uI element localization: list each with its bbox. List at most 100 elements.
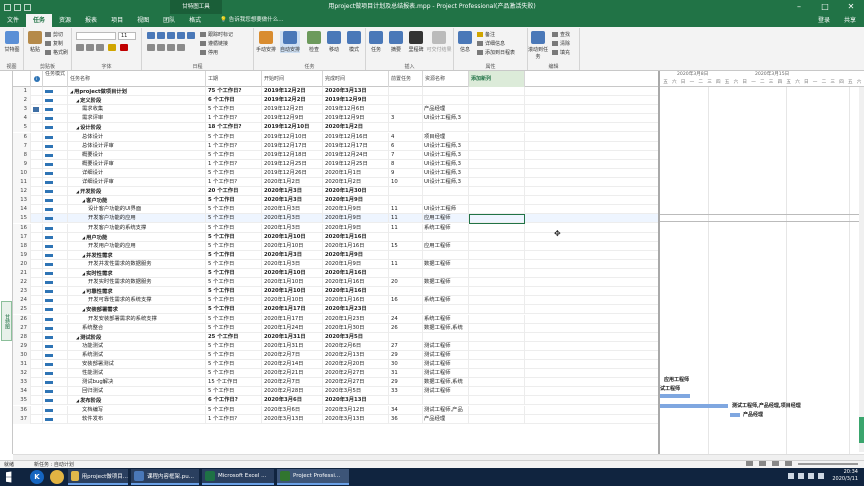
start-cell[interactable]: 2020年1月24日 xyxy=(262,323,323,333)
start-header[interactable]: 开始时间 xyxy=(262,71,323,87)
details-button[interactable]: 详细信息 xyxy=(477,40,505,47)
resources-cell[interactable] xyxy=(423,396,469,406)
duration-cell[interactable]: 5 个工作日 xyxy=(206,323,262,333)
table-row[interactable]: 6 总体设计 5 个工作日 2019年12月10日 2019年12月16日 4 项目经理 xyxy=(13,132,658,142)
underline-icon[interactable] xyxy=(96,44,104,51)
row-number[interactable]: 32 xyxy=(13,369,31,379)
row-number[interactable]: 12 xyxy=(13,187,31,197)
finish-cell[interactable]: 2019年12月9日 xyxy=(323,96,389,106)
predecessors-cell[interactable]: 33 xyxy=(389,387,423,397)
start-cell[interactable]: 2020年2月7日 xyxy=(262,378,323,388)
resources-cell[interactable]: UI设计工程师,3 xyxy=(423,168,469,178)
percent-75-icon[interactable] xyxy=(177,32,185,39)
table-row[interactable]: 24 开发可靠性需求的系统支撑 5 个工作日 2020年1月10日 2020年1月16日… xyxy=(13,296,658,306)
task-name-cell[interactable]: ◢发布阶段 xyxy=(68,396,206,406)
new-column-cell[interactable] xyxy=(469,396,525,406)
tab-file[interactable]: 文件 xyxy=(0,14,26,27)
row-number[interactable]: 2 xyxy=(13,96,31,106)
duration-cell[interactable]: 5 个工作日 xyxy=(206,387,262,397)
tab-project[interactable]: 项目 xyxy=(104,14,130,27)
row-number[interactable]: 33 xyxy=(13,378,31,388)
predecessors-cell[interactable] xyxy=(389,305,423,315)
table-row[interactable]: 31 安装部署测试 5 个工作日 2020年2月14日 2020年2月20日 30 测试工程… xyxy=(13,360,658,370)
resources-cell[interactable]: 数据工程师 xyxy=(423,259,469,269)
new-column-cell[interactable] xyxy=(469,178,525,187)
table-row[interactable]: 27 系统整合 5 个工作日 2020年1月24日 2020年1月30日 26 数据工程师,… xyxy=(13,323,658,333)
start-cell[interactable]: 2020年1月17日 xyxy=(262,314,323,324)
collapse-icon[interactable]: ◢ xyxy=(82,305,85,314)
taskbar-item-excel[interactable]: Microsoft Excel ... xyxy=(202,469,274,485)
gantt-bar[interactable] xyxy=(730,413,740,417)
outdent-icon[interactable] xyxy=(167,44,175,51)
start-cell[interactable]: 2020年1月10日 xyxy=(262,269,323,278)
fill-button[interactable]: 填充 xyxy=(552,49,570,56)
task-mode-cell[interactable] xyxy=(43,232,68,242)
respect-links-button[interactable]: 遵循链接 xyxy=(200,40,228,47)
summary-button[interactable]: 摘要 xyxy=(386,31,406,53)
predecessors-cell[interactable]: 29 xyxy=(389,378,423,388)
start-cell[interactable]: 2020年1月2日 xyxy=(262,178,323,187)
finish-cell[interactable]: 2020年3月13日 xyxy=(323,414,389,424)
resources-cell[interactable] xyxy=(423,287,469,297)
finish-cell[interactable]: 2020年2月13日 xyxy=(323,350,389,360)
start-cell[interactable]: 2020年1月3日 xyxy=(262,214,323,224)
task-name-cell[interactable]: ◢安装部署需求 xyxy=(68,305,206,315)
task-mode-cell[interactable] xyxy=(43,259,68,269)
table-row[interactable]: 12 ◢开发阶段 20 个工作日 2020年1月3日 2020年1月30日 xyxy=(13,187,658,197)
resources-cell[interactable]: UI设计工程师 xyxy=(423,205,469,215)
task-name-cell[interactable]: 开发客户功能的应用 xyxy=(68,214,206,224)
inactivate-button[interactable]: 停用 xyxy=(200,49,218,56)
new-column-cell[interactable] xyxy=(469,168,525,178)
task-mode-cell[interactable] xyxy=(43,396,68,406)
collapse-icon[interactable]: ◢ xyxy=(82,251,85,260)
new-column-cell[interactable] xyxy=(469,196,525,206)
finish-cell[interactable]: 2020年3月13日 xyxy=(323,87,389,96)
new-column-cell[interactable] xyxy=(469,223,525,233)
task-mode-cell[interactable] xyxy=(43,87,68,96)
resources-cell[interactable]: 产品经理 xyxy=(423,105,469,115)
task-mode-cell[interactable] xyxy=(43,159,68,169)
row-number[interactable]: 3 xyxy=(13,105,31,115)
row-number[interactable]: 22 xyxy=(13,278,31,288)
deliverable-button[interactable]: 可交付结果 xyxy=(426,31,452,53)
duration-cell[interactable]: 5 个工作日 xyxy=(206,341,262,351)
scroll-to-task-button[interactable]: 滚动到任务 xyxy=(528,31,548,60)
task-usage-view-icon[interactable] xyxy=(759,461,766,466)
row-number[interactable]: 21 xyxy=(13,269,31,278)
task-name-cell[interactable]: 软件发布 xyxy=(68,414,206,424)
start-cell[interactable]: 2019年12月26日 xyxy=(262,168,323,178)
row-number[interactable]: 1 xyxy=(13,87,31,96)
inspect-button[interactable]: 检查 xyxy=(304,31,324,53)
finish-cell[interactable]: 2020年1月23日 xyxy=(323,305,389,315)
resources-cell[interactable]: 系统工程师 xyxy=(423,223,469,233)
percent-100-icon[interactable] xyxy=(187,32,195,39)
task-name-cell[interactable]: ◢开发阶段 xyxy=(68,187,206,197)
duration-cell[interactable]: 5 个工作日 xyxy=(206,369,262,379)
bold-icon[interactable] xyxy=(76,44,84,51)
resources-cell[interactable] xyxy=(423,250,469,260)
row-number[interactable]: 26 xyxy=(13,314,31,324)
finish-cell[interactable]: 2020年3月5日 xyxy=(323,387,389,397)
task-name-cell[interactable]: ◢可靠性需求 xyxy=(68,287,206,297)
task-name-cell[interactable]: 需求评审 xyxy=(68,114,206,124)
mode-button[interactable]: 模式 xyxy=(344,31,364,53)
predecessors-cell[interactable]: 8 xyxy=(389,159,423,169)
task-mode-cell[interactable] xyxy=(43,123,68,133)
row-number[interactable]: 17 xyxy=(13,232,31,242)
redo-icon[interactable] xyxy=(24,3,31,11)
gantt-view-icon[interactable] xyxy=(746,461,753,466)
task-name-cell[interactable]: 概要设计评审 xyxy=(68,159,206,169)
duration-cell[interactable]: 5 个工作日 xyxy=(206,168,262,178)
predecessors-cell[interactable]: 15 xyxy=(389,241,423,251)
information-button[interactable]: 信息 xyxy=(455,31,475,53)
finish-cell[interactable]: 2020年1月2日 xyxy=(323,123,389,133)
start-cell[interactable]: 2020年1月3日 xyxy=(262,250,323,260)
table-row[interactable]: 23 ◢可靠性需求 5 个工作日 2020年1月10日 2020年1月16日 xyxy=(13,287,658,297)
resources-cell[interactable] xyxy=(423,332,469,342)
new-column-cell[interactable] xyxy=(469,314,525,324)
start-cell[interactable]: 2020年1月10日 xyxy=(262,287,323,297)
finish-cell[interactable]: 2020年1月9日 xyxy=(323,214,389,224)
task-mode-cell[interactable] xyxy=(43,350,68,360)
new-column-cell[interactable] xyxy=(469,187,525,197)
predecessors-cell[interactable]: 11 xyxy=(389,214,423,224)
